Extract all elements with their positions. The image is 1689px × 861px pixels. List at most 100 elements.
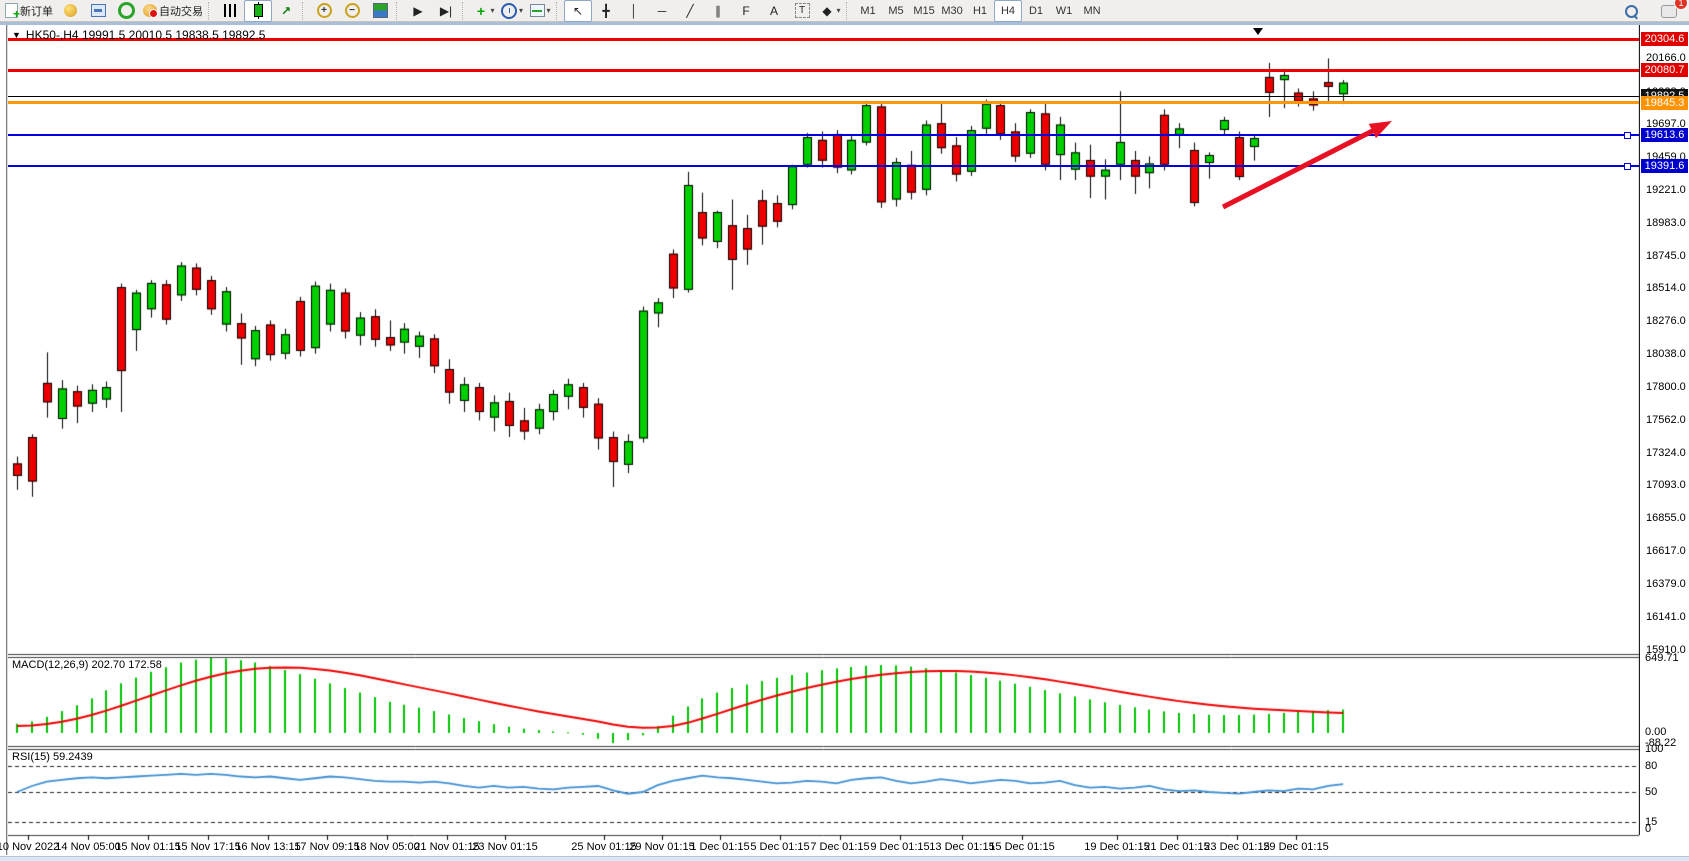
time-axis-label: 21 Nov 01:15: [414, 841, 479, 853]
timeframe-label: M15: [913, 5, 934, 17]
timeframe-label: M30: [941, 5, 962, 17]
price-tick-label: 17093.0: [1646, 479, 1686, 491]
rsi-scale-label: 0: [1645, 823, 1651, 835]
trend-arrow-annotation[interactable]: [1209, 107, 1406, 221]
resistance-line-lower-price-badge: 20080.7: [1641, 63, 1688, 77]
macd-scale-label: 649.71: [1645, 652, 1679, 664]
time-axis-label: 14 Nov 05:00: [55, 841, 120, 853]
price-tick-label: 17562.0: [1646, 414, 1686, 426]
search-button[interactable]: [1617, 0, 1645, 22]
toolbar-separator: [556, 2, 562, 20]
price-tick-label: 18514.0: [1646, 282, 1686, 294]
market-watch-button[interactable]: [84, 0, 112, 22]
resistance-line-upper-price-badge: 20304.6: [1641, 32, 1688, 46]
time-axis-label: 23 Dec 01:15: [1204, 841, 1269, 853]
candlestick-chart-button[interactable]: [244, 0, 272, 22]
line-chart-button[interactable]: ↗: [272, 0, 300, 22]
text-label-icon: T: [795, 3, 810, 18]
crosshair-tool[interactable]: ╋: [592, 0, 620, 22]
channel-icon: ∥: [711, 3, 726, 18]
price-tick-label: 18745.0: [1646, 250, 1686, 262]
support-line-lower-price-badge: 19391.6: [1641, 159, 1688, 173]
support-line-upper-handle[interactable]: [1624, 132, 1631, 139]
autotrade-button[interactable]: 自动交易: [140, 0, 206, 22]
timeframe-mn[interactable]: MN: [1078, 0, 1106, 22]
text-tool[interactable]: A: [760, 0, 788, 22]
timeframe-m30[interactable]: M30: [938, 0, 966, 22]
chart-menu-icon[interactable]: ▼: [12, 30, 21, 40]
chevron-down-icon: ▾: [547, 6, 551, 15]
resistance-line-lower[interactable]: [8, 69, 1639, 72]
toolbar-separator: [462, 2, 468, 20]
price-tick-label: 16379.0: [1646, 578, 1686, 590]
time-axis-label: 13 Dec 01:15: [929, 841, 994, 853]
channel-tool[interactable]: ∥: [704, 0, 732, 22]
tile-windows-button[interactable]: [366, 0, 394, 22]
support-line-lower-handle[interactable]: [1624, 163, 1631, 170]
timeframe-m1[interactable]: M1: [854, 0, 882, 22]
bid-price-line: [8, 96, 1639, 97]
timeframe-label: H4: [1001, 5, 1015, 17]
chart-shift-button[interactable]: ▶|: [432, 0, 460, 22]
signals-button[interactable]: [112, 0, 140, 22]
text-label-tool[interactable]: T: [788, 0, 816, 22]
timeframe-m5[interactable]: M5: [882, 0, 910, 22]
rsi-scale-label: 100: [1645, 743, 1663, 755]
trendline-icon: ╱: [683, 3, 698, 18]
crosshair-icon: ╋: [599, 3, 614, 18]
time-axis-label: 23 Nov 01:15: [472, 841, 537, 853]
price-tick-label: 16141.0: [1646, 611, 1686, 623]
notification-badge: 1: [1674, 0, 1688, 10]
timeframe-d1[interactable]: D1: [1022, 0, 1050, 22]
price-tick-label: 19221.0: [1646, 184, 1686, 196]
time-axis-label: 16 Nov 13:15: [235, 841, 300, 853]
zoom-in-button[interactable]: +: [310, 0, 338, 22]
bar-chart-button[interactable]: [216, 0, 244, 22]
timeframe-w1[interactable]: W1: [1050, 0, 1078, 22]
templates-button[interactable]: ▾: [526, 0, 554, 22]
new-order-button[interactable]: 新订单: [2, 0, 56, 22]
text-icon: A: [767, 3, 782, 18]
time-axis-label: 21 Dec 01:15: [1144, 841, 1209, 853]
periods-icon: [501, 3, 517, 19]
trendline-tool[interactable]: ╱: [676, 0, 704, 22]
new-order-icon: [5, 3, 18, 18]
bar-chart-icon: [224, 4, 237, 17]
price-tick-label: 18038.0: [1646, 348, 1686, 360]
indicators-button[interactable]: +▾: [470, 0, 498, 22]
time-axis-label: 7 Dec 01:15: [810, 841, 869, 853]
price-tick-label: 18276.0: [1646, 315, 1686, 327]
timeframe-m15[interactable]: M15: [910, 0, 938, 22]
toolbar-separator: [396, 2, 402, 20]
fibonacci-icon: F: [739, 3, 754, 18]
notifications-button[interactable]: 1: [1655, 0, 1683, 22]
timeframe-h4[interactable]: H4: [994, 0, 1022, 22]
price-tick-label: 17800.0: [1646, 381, 1686, 393]
rsi-indicator-label: RSI(15) 59.2439: [12, 751, 93, 763]
timeframe-h1[interactable]: H1: [966, 0, 994, 22]
fibonacci-tool[interactable]: F: [732, 0, 760, 22]
periods-button[interactable]: ▾: [498, 0, 526, 22]
chart-shift-icon: ▶|: [439, 3, 454, 18]
style-button[interactable]: [56, 0, 84, 22]
vertical-line-tool[interactable]: │: [620, 0, 648, 22]
chart-shift-marker: [1253, 28, 1263, 35]
new-order-button-label: 新订单: [20, 3, 53, 19]
shapes-tool[interactable]: ◆▾: [816, 0, 844, 22]
rsi-scale-label: 80: [1645, 760, 1657, 772]
time-axis-label: 9 Dec 01:15: [870, 841, 929, 853]
time-axis-label: 15 Nov 01:15: [115, 841, 180, 853]
macd-value: 202.70: [91, 659, 125, 671]
auto-scroll-button[interactable]: ▶: [404, 0, 432, 22]
auto-scroll-icon: ▶: [411, 3, 426, 18]
cursor-tool[interactable]: ↖: [564, 0, 592, 22]
mt4-window: 新订单自动交易↗+−▶▶|+▾▾▾↖╋│─╱∥FAT◆▾M1M5M15M30H1…: [0, 0, 1689, 861]
pivot-line-orange[interactable]: [8, 101, 1639, 104]
macd-signal-value: 172.58: [128, 659, 162, 671]
rsi-scale-label: 50: [1645, 786, 1657, 798]
zoom-out-icon: −: [345, 3, 360, 18]
pivot-line-orange-price-badge: 19845.3: [1641, 96, 1688, 110]
search-icon: [1625, 5, 1638, 18]
zoom-out-button[interactable]: −: [338, 0, 366, 22]
horizontal-line-tool[interactable]: ─: [648, 0, 676, 22]
